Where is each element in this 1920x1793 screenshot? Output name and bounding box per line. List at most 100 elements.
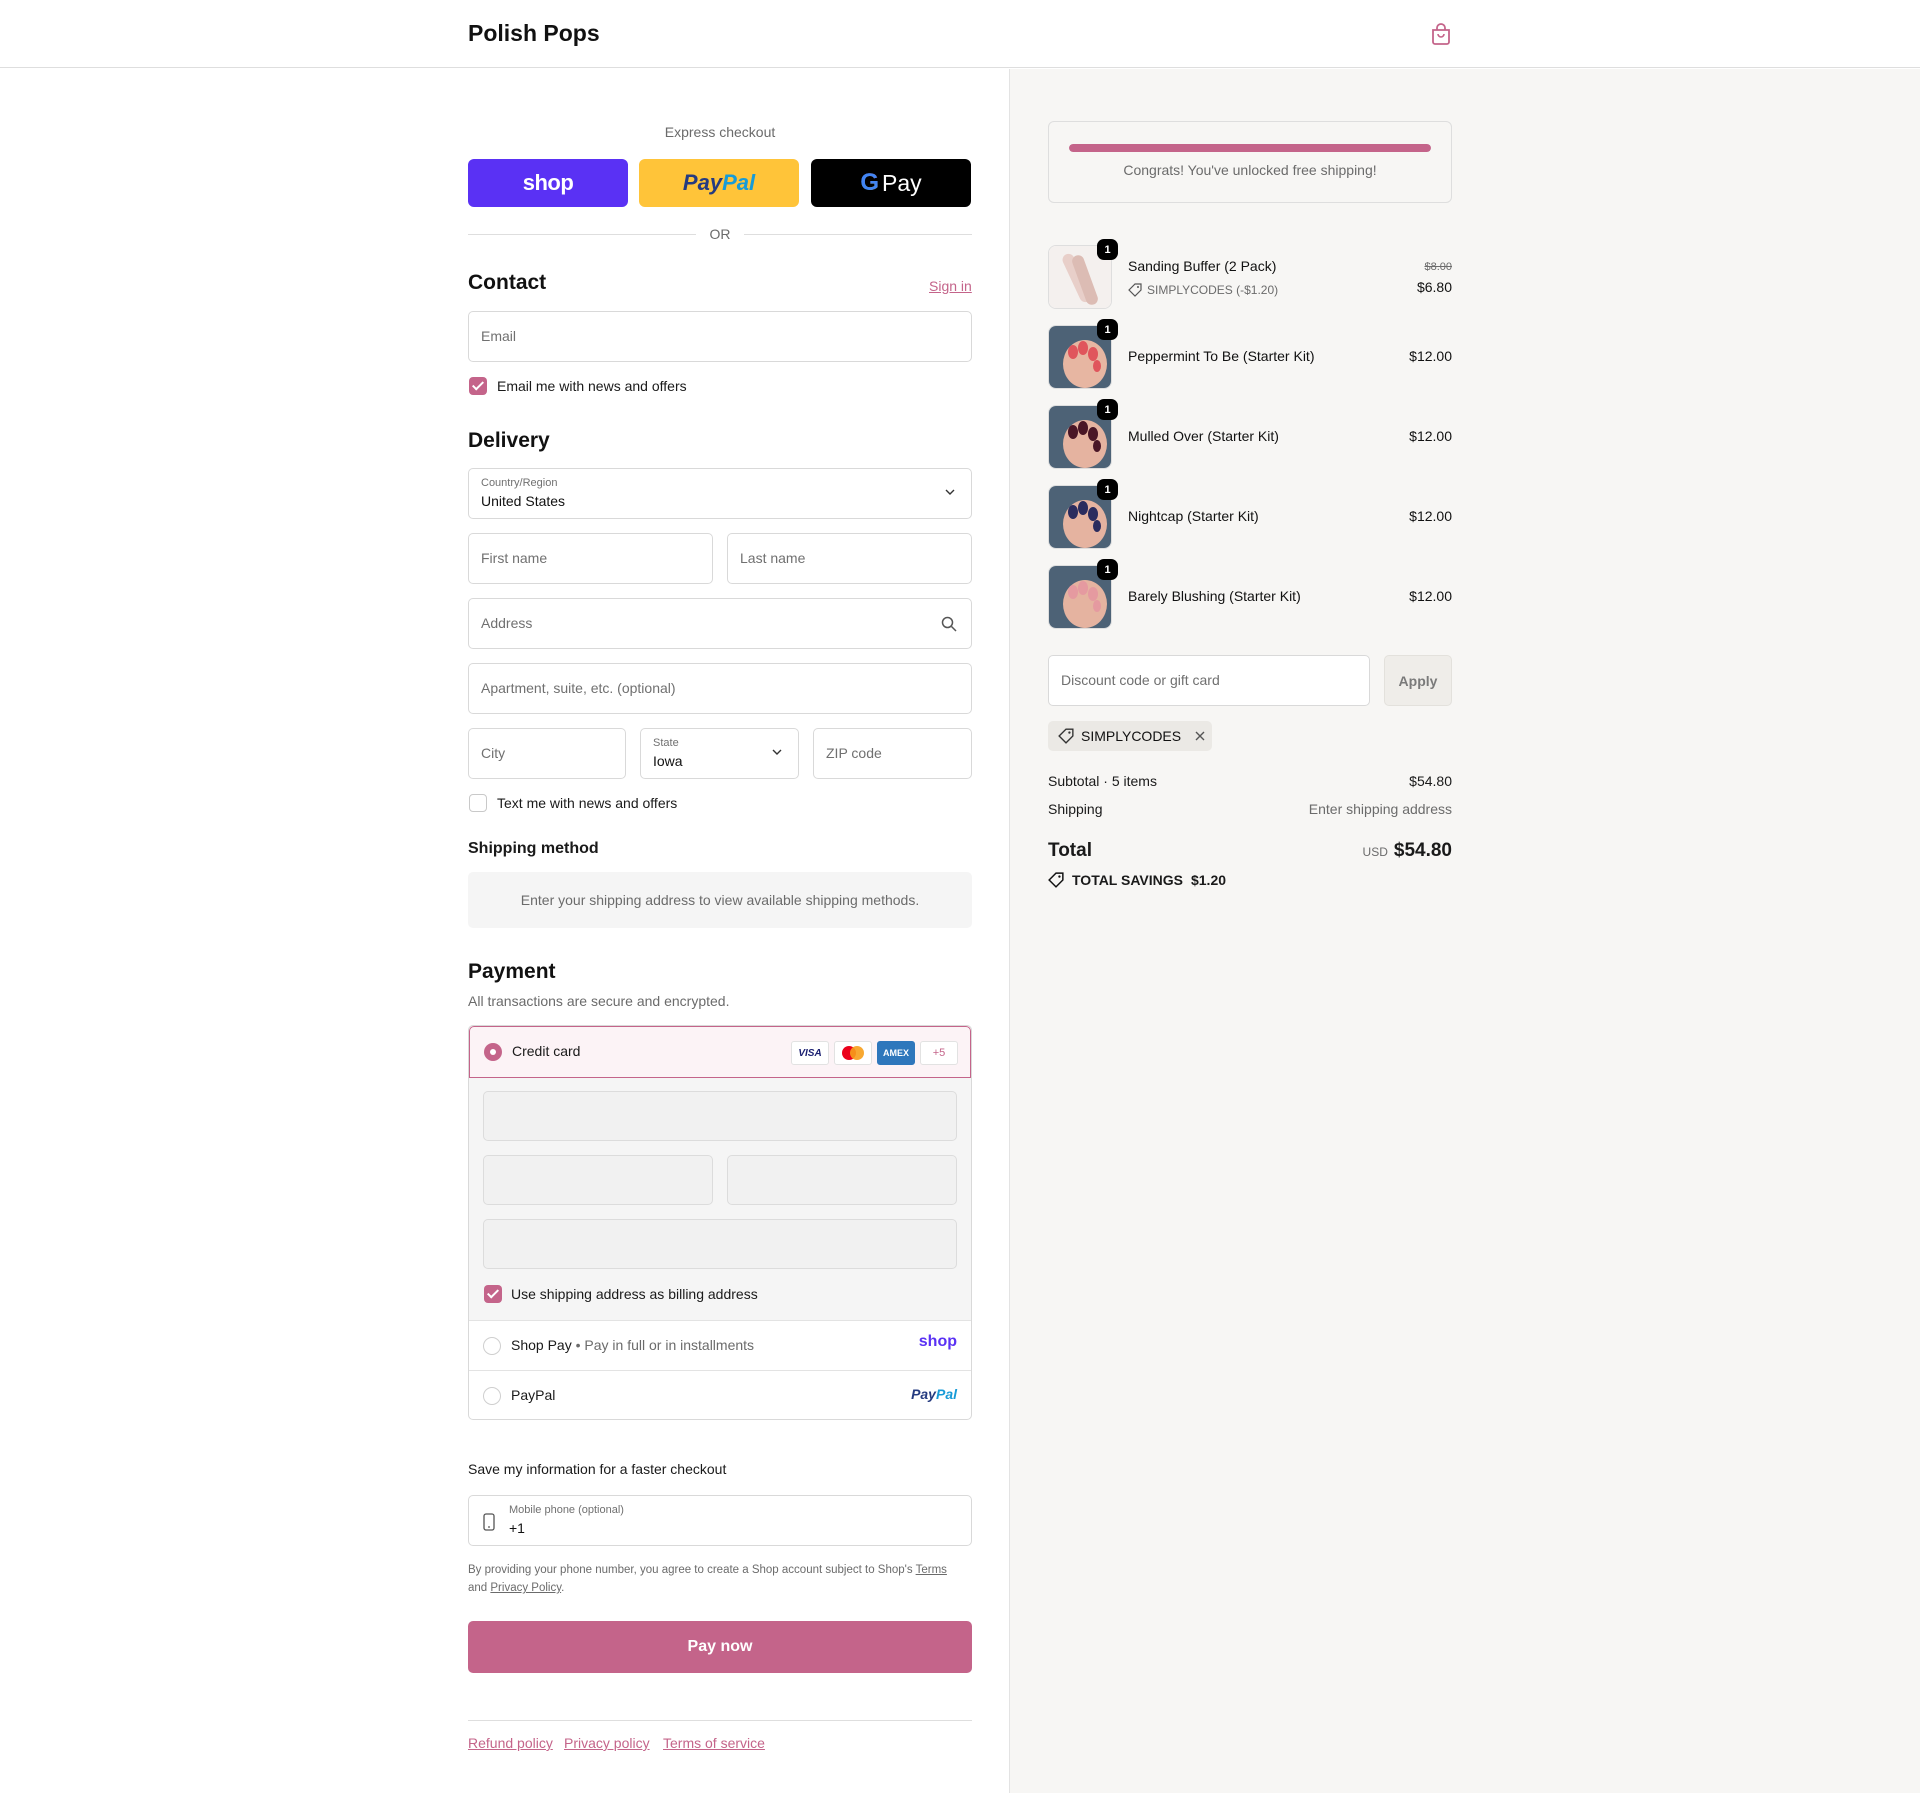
text-news-label: Text me with news and offers — [497, 795, 678, 811]
shop-logo: shop — [522, 170, 574, 195]
paypal-express-button[interactable]: Pay Pal — [639, 159, 799, 207]
bullet-separator: • — [575, 1337, 581, 1353]
privacy-policy-link[interactable]: Privacy Policy — [490, 1582, 561, 1594]
shipping-row: Shipping Enter shipping address — [1048, 801, 1452, 817]
state-select[interactable]: State Iowa — [640, 728, 799, 779]
phone-legal-text: By providing your phone number, you agre… — [468, 1561, 972, 1597]
or-text: OR — [709, 226, 731, 242]
shipping-method-note: Enter your shipping address to view avai… — [468, 872, 972, 928]
footer-divider — [468, 1720, 972, 1721]
billing-same-checkbox[interactable] — [484, 1285, 502, 1303]
refund-policy-link[interactable]: Refund policy — [468, 1735, 553, 1751]
google-pay-express-button[interactable]: G Pay — [811, 159, 971, 207]
free-shipping-banner: Congrats! You've unlocked free shipping! — [1048, 121, 1452, 203]
paypal-option[interactable]: PayPal PayPal — [469, 1370, 971, 1419]
privacy-policy-footer-link[interactable]: Privacy policy — [564, 1735, 650, 1751]
item-name: Nightcap (Starter Kit) — [1128, 508, 1259, 524]
card-expiry-field[interactable] — [483, 1155, 713, 1205]
chevron-down-icon — [772, 749, 782, 755]
free-shipping-progress — [1069, 144, 1431, 152]
shop-pay-option[interactable]: Shop Pay • Pay in full or in installment… — [469, 1320, 971, 1370]
quantity-badge: 1 — [1097, 559, 1118, 580]
subtotal-value: $54.80 — [1409, 773, 1452, 789]
subtotal-label: Subtotal · 5 items — [1048, 773, 1157, 789]
item-discount: SIMPLYCODES (-$1.20) — [1128, 283, 1278, 297]
city-field[interactable]: City — [468, 728, 626, 779]
credit-card-option[interactable]: Credit card VISA AMEX +5 — [469, 1026, 971, 1078]
original-price: $8.00 — [1424, 261, 1452, 273]
line-item: 1 Mulled Over (Starter Kit) $12.00 — [1048, 399, 1452, 469]
item-price: $6.80 — [1416, 279, 1452, 295]
applied-discount-chip: SIMPLYCODES — [1048, 721, 1212, 751]
sign-in-link[interactable]: Sign in — [929, 278, 972, 294]
total-savings-row: TOTAL SAVINGS $1.20 — [1048, 872, 1452, 888]
card-number-field[interactable] — [483, 1091, 957, 1141]
shipping-value: Enter shipping address — [1308, 801, 1452, 817]
free-shipping-text: Congrats! You've unlocked free shipping! — [1123, 162, 1377, 178]
subtotal-row: Subtotal · 5 items $54.80 — [1048, 773, 1452, 789]
card-name-field[interactable] — [483, 1219, 957, 1269]
country-select[interactable]: Country/Region United States — [468, 468, 972, 519]
delivery-heading: Delivery — [468, 429, 550, 452]
apartment-field[interactable]: Apartment, suite, etc. (optional) — [468, 663, 972, 714]
last-name-placeholder: Last name — [740, 550, 806, 566]
brand-logo[interactable]: Polish Pops — [468, 20, 600, 47]
zip-field[interactable]: ZIP code — [813, 728, 972, 779]
discount-code-field[interactable]: Discount code or gift card — [1048, 655, 1370, 706]
first-name-placeholder: First name — [481, 550, 548, 566]
item-name: Mulled Over (Starter Kit) — [1128, 428, 1279, 444]
shopping-bag-icon[interactable] — [1430, 22, 1452, 46]
paypal-logo-part: Pal — [935, 1386, 957, 1402]
item-discount-text: SIMPLYCODES (-$1.20) — [1147, 283, 1279, 297]
total-value: $54.80 — [1393, 840, 1452, 861]
email-news-checkbox[interactable] — [469, 377, 487, 395]
paypal-radio[interactable] — [483, 1387, 501, 1405]
save-info-title: Save my information for a faster checkou… — [468, 1461, 727, 1477]
shop-pay-express-button[interactable]: shop — [468, 159, 628, 207]
item-price: $12.00 — [1409, 588, 1452, 604]
visa-icon: VISA — [791, 1041, 829, 1065]
apply-discount-button[interactable]: Apply — [1384, 655, 1452, 706]
payment-subtitle: All transactions are secure and encrypte… — [468, 993, 730, 1009]
first-name-field[interactable]: First name — [468, 533, 713, 584]
applied-code-text: SIMPLYCODES — [1081, 728, 1182, 744]
pay-now-button[interactable]: Pay now — [468, 1621, 972, 1673]
item-price: $12.00 — [1409, 428, 1452, 444]
terms-of-service-link[interactable]: Terms of service — [663, 1735, 765, 1751]
apartment-placeholder: Apartment, suite, etc. (optional) — [481, 680, 676, 696]
total-amount: USD $54.80 — [1363, 840, 1452, 862]
shop-pay-radio[interactable] — [483, 1337, 501, 1355]
paypal-logo-part: Pay — [911, 1386, 936, 1402]
mastercard-icon — [834, 1041, 872, 1065]
shop-pay-label: Shop Pay • Pay in full or in installment… — [511, 1337, 754, 1353]
contact-heading: Contact — [468, 271, 547, 294]
state-value: Iowa — [653, 753, 683, 769]
zip-placeholder: ZIP code — [826, 745, 882, 761]
card-cvv-field[interactable] — [727, 1155, 957, 1205]
email-news-label: Email me with news and offers — [497, 378, 687, 394]
legal-text: and — [468, 1582, 488, 1594]
mobile-phone-icon — [483, 1513, 495, 1531]
credit-card-radio[interactable] — [484, 1043, 502, 1061]
country-label: Country/Region — [481, 477, 558, 489]
shop-pay-logo: shop — [918, 1333, 957, 1350]
country-value: United States — [481, 493, 566, 509]
paypal-logo: PayPal — [911, 1386, 957, 1402]
chevron-down-icon — [945, 489, 955, 495]
email-field[interactable]: Email — [468, 311, 972, 362]
item-price: $12.00 — [1409, 508, 1452, 524]
address-field[interactable]: Address — [468, 598, 972, 649]
text-news-checkbox[interactable] — [469, 794, 487, 812]
express-checkout-label: Express checkout — [664, 124, 776, 140]
email-placeholder: Email — [481, 328, 517, 344]
close-icon[interactable] — [1194, 730, 1206, 742]
item-name: Sanding Buffer (2 Pack) — [1128, 258, 1277, 274]
last-name-field[interactable]: Last name — [727, 533, 972, 584]
shop-pay-name: Shop Pay — [511, 1337, 572, 1353]
header: Polish Pops — [0, 0, 1920, 68]
total-label: Total — [1048, 840, 1092, 861]
item-name: Peppermint To Be (Starter Kit) — [1128, 348, 1315, 364]
terms-link[interactable]: Terms — [916, 1564, 947, 1576]
mobile-phone-field[interactable]: Mobile phone (optional) +1 — [468, 1495, 972, 1546]
google-g-icon: G — [860, 169, 880, 196]
